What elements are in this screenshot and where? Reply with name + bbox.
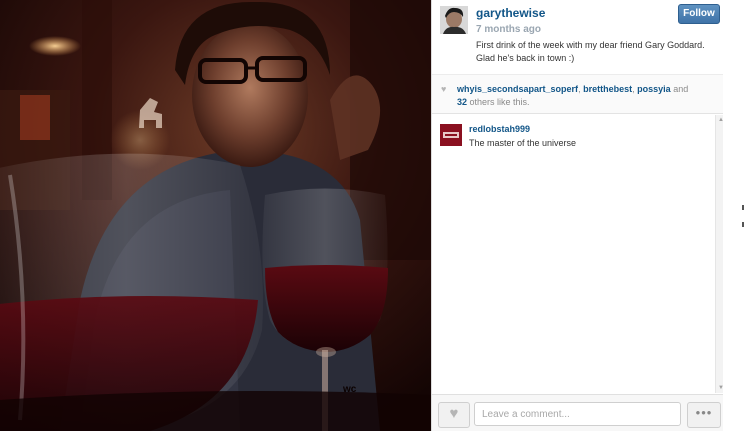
avatar-image — [440, 6, 468, 34]
liker-link-3[interactable]: possyia — [637, 84, 671, 94]
comment-text: The master of the universe — [469, 138, 577, 148]
heart-icon: ♥ — [441, 84, 447, 94]
photo-image — [0, 0, 431, 431]
liker-link-1[interactable]: whyis_secondsapart_soperf — [457, 84, 578, 94]
comment-input[interactable] — [474, 402, 681, 426]
likes-summary: whyis_secondsapart_soperf, bretthebest, … — [457, 83, 712, 109]
likes-count[interactable]: 32 — [457, 97, 467, 107]
follow-button[interactable]: Follow — [678, 4, 720, 24]
likes-separator: , — [632, 84, 635, 94]
author-avatar[interactable] — [440, 6, 468, 34]
post-header: garythewise 7 months ago First drink of … — [432, 0, 724, 75]
more-options-icon: ••• — [695, 405, 713, 420]
commenter-avatar-image — [440, 124, 462, 146]
likes-separator: , — [578, 84, 581, 94]
post-caption: First drink of the week with my dear fri… — [476, 40, 705, 63]
heart-icon: ♥ — [449, 405, 459, 422]
comment-username[interactable]: redlobstah999 — [469, 124, 530, 134]
photo-watermark: wc — [343, 384, 357, 395]
photo-viewer: wc garythewise 7 months ago First drink … — [0, 0, 744, 431]
post-details-panel: garythewise 7 months ago First drink of … — [431, 0, 725, 431]
comment-footer: ♥ ••• — [432, 394, 724, 431]
comments-list: redlobstah999 The master of the universe — [432, 115, 715, 393]
more-options-button[interactable]: ••• — [687, 402, 721, 428]
likes-and-text: and — [673, 84, 689, 94]
post-timestamp: 7 months ago — [476, 24, 542, 35]
like-button[interactable]: ♥ — [438, 402, 470, 428]
likes-section: ♥ whyis_secondsapart_soperf, bretthebest… — [432, 75, 724, 114]
author-username[interactable]: garythewise — [476, 6, 545, 20]
page-edge — [723, 0, 744, 431]
likes-suffix: others like this. — [469, 97, 530, 107]
commenter-avatar[interactable] — [440, 124, 462, 146]
post-photo[interactable]: wc — [0, 0, 431, 431]
liker-link-2[interactable]: bretthebest — [583, 84, 632, 94]
